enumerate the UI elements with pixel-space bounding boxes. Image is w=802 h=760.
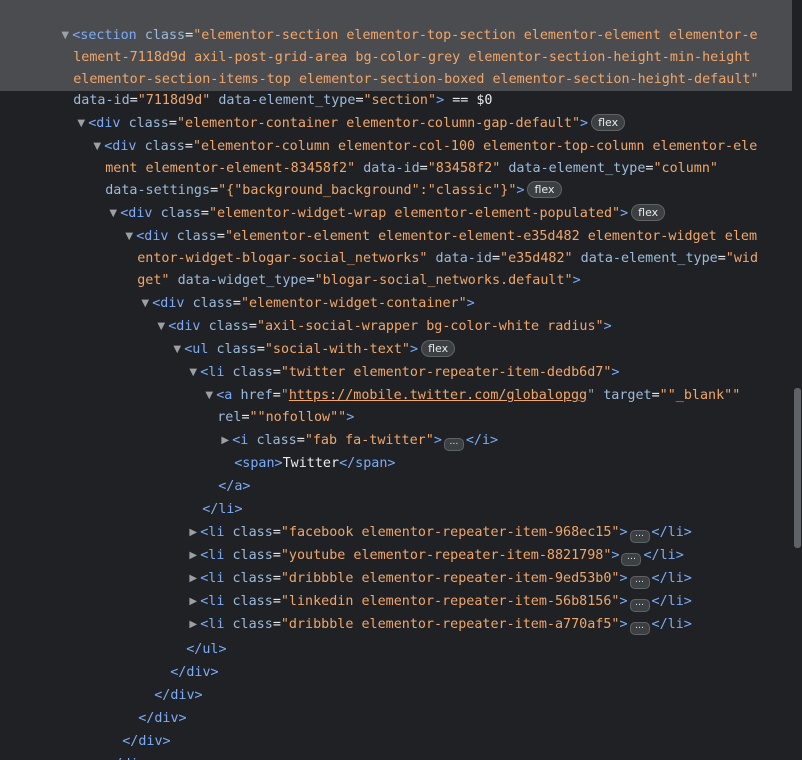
scrollbar-thumb[interactable] [794,388,801,548]
dom-node-li-dribbble[interactable]: ▶ <li class="dribbble elementor-repeater-… [154,546,692,589]
dom-node-div-close[interactable]: </div> [74,732,154,760]
dom-node-span[interactable]: <span>Twitter</span> [202,431,395,471]
dom-node-div-close[interactable]: </div> [138,640,218,680]
dom-node-i[interactable]: ▶ <i class="fab fa-twitter">… </i> [186,408,498,451]
dom-node-li-dribbble-2[interactable]: ▶ <li class="dribbble elementor-repeater-… [154,592,692,635]
dom-node-column-cont: data-settings="{"background_background":… [73,158,562,198]
dom-node-widget-cont: entor-widget-blogar-social_networks" dat… [137,251,759,266]
dom-node-section-cont: data-id="7118d9d" data-element_type="sec… [73,93,493,108]
dom-node-widget-wrap[interactable]: ▼ <div class="elementor-widget-wrap eleme… [74,181,666,221]
dom-node-section-cont: lement-7118d9d axil-post-grid-area bg-co… [73,50,751,65]
dom-node-div-close[interactable]: </div> [106,686,186,726]
dom-node-ul[interactable]: ▼ <ul class="social-with-text"> flex [138,317,456,357]
dom-node-a-cont: rel=""nofollow""> [217,410,355,425]
dom-node-div-close[interactable]: </div> [122,663,202,703]
dom-node-div-close[interactable]: </div> [90,709,170,749]
dom-node-a-close[interactable]: </a> [186,454,250,494]
dom-node-a[interactable]: ▼ <a href="https://mobile.twitter.com/glo… [170,363,740,403]
dom-node-column-cont: ment elementor-element-83458f2" data-id=… [105,161,718,176]
dom-node-li-close[interactable]: </li> [170,477,242,517]
dom-node-ul-close[interactable]: </ul> [154,617,226,657]
ellipsis-icon[interactable]: … [629,622,650,635]
dom-node-li-linkedin[interactable]: ▶ <li class="linkedin elementor-repeater-… [154,569,692,612]
dom-node-section-cont: elementor-section-items-top elementor-se… [73,72,759,87]
dom-node-widget[interactable]: ▼ <div class="elementor-element elementor… [90,204,757,244]
dom-node-li-youtube[interactable]: ▶ <li class="youtube elementor-repeater-i… [154,523,684,566]
dom-node-social-wrapper[interactable]: ▼ <div class="axil-social-wrapper bg-colo… [122,294,611,334]
dom-node-column[interactable]: ▼ <div class="elementor-column elementor-… [58,114,757,154]
elements-panel: ▼ <section class="elementor-section eleme… [0,0,792,760]
dom-node-li-facebook[interactable]: ▶ <li class="facebook elementor-repeater-… [154,500,692,543]
dom-node-li-twitter[interactable]: ▼ <li class="twitter elementor-repeater-i… [154,340,619,380]
dom-node-widget-cont: get" data-widget_type="blogar-social_net… [137,273,581,288]
dom-node-widget-container[interactable]: ▼ <div class="elementor-widget-container"… [106,271,474,311]
dom-node-container[interactable]: ▼ <div class="elementor-container element… [42,91,626,131]
ellipsis-icon[interactable]: … [443,438,464,451]
dom-node-section[interactable]: ▼ <section class="elementor-section eleme… [26,3,757,43]
vertical-scrollbar[interactable] [792,0,802,760]
